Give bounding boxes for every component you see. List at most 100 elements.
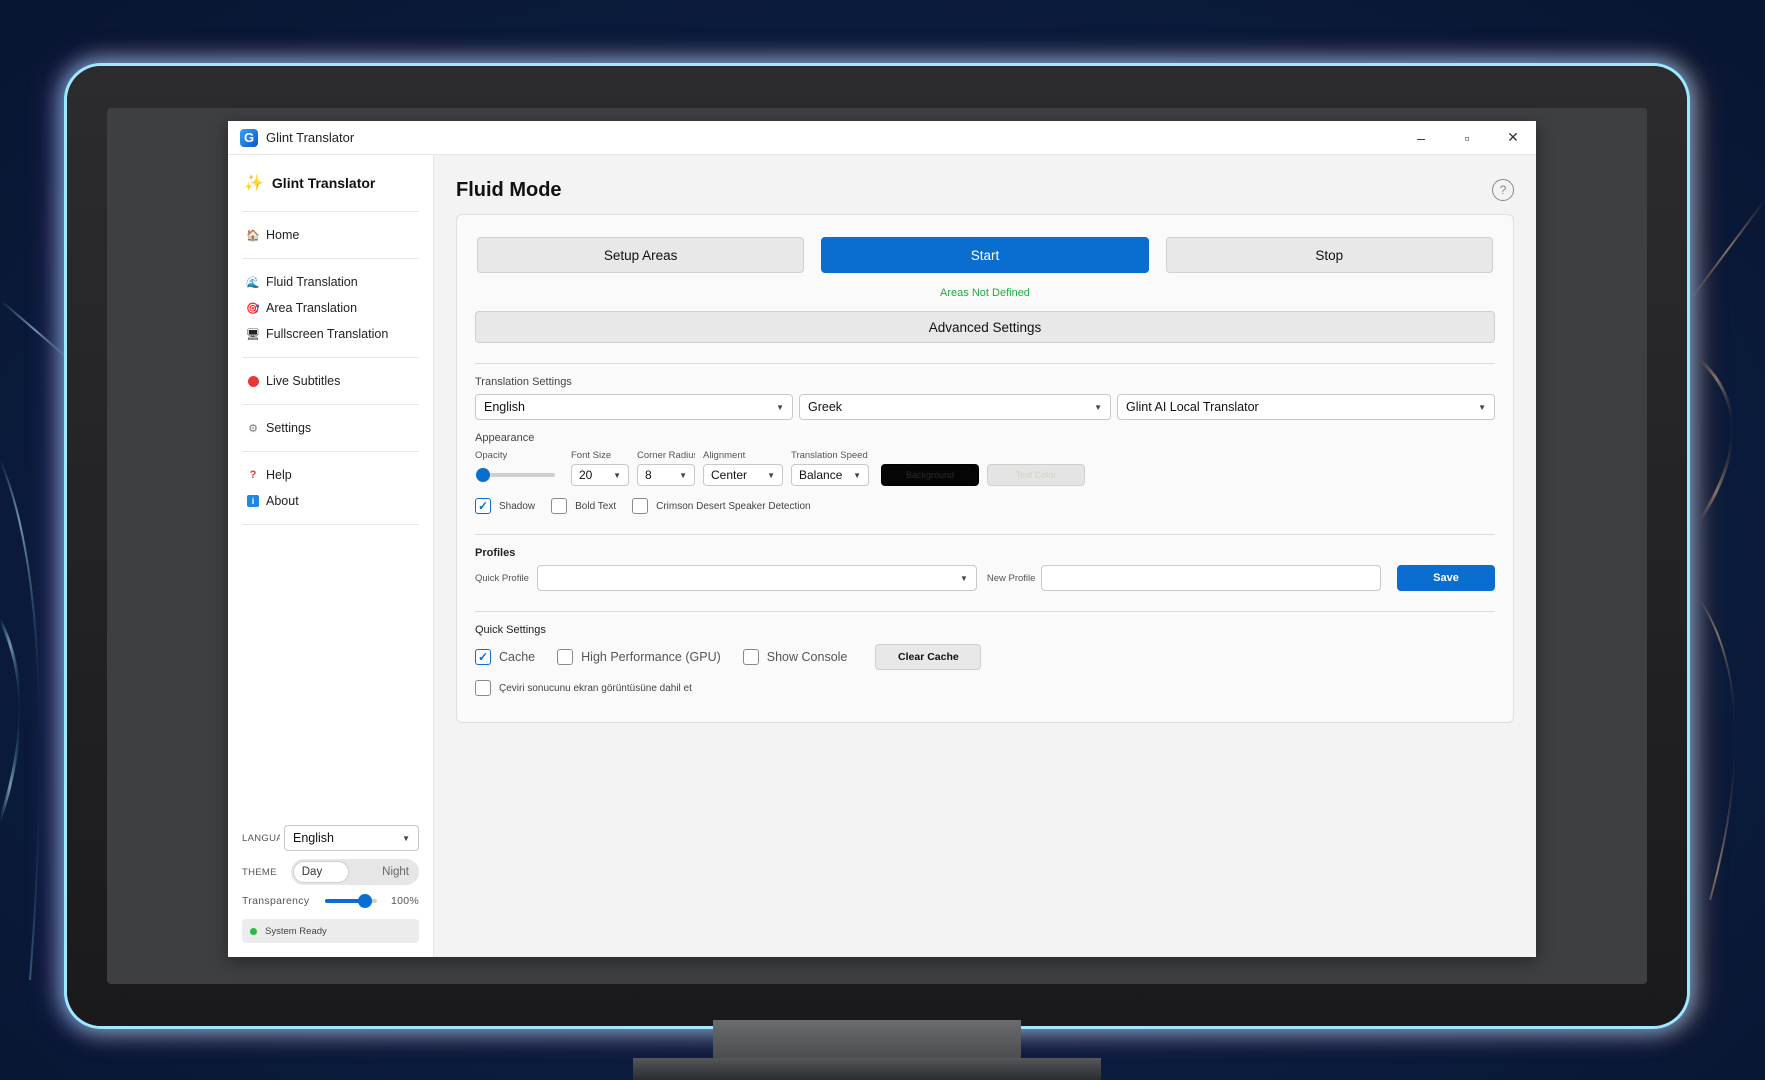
sidebar-item-label: Home bbox=[266, 228, 300, 242]
sidebar: ✨ Glint Translator 🏠 Home 🌊 Fluid Transl… bbox=[228, 155, 434, 957]
divider bbox=[475, 363, 1495, 364]
monitor-stand-base bbox=[633, 1058, 1101, 1080]
show-console-checkbox[interactable]: Show Console bbox=[742, 649, 848, 665]
advanced-settings-button[interactable]: Advanced Settings bbox=[475, 311, 1495, 343]
brand-name: Glint Translator bbox=[271, 175, 376, 191]
sidebar-item-help[interactable]: ? Help bbox=[242, 462, 419, 488]
sidebar-item-label: About bbox=[266, 494, 299, 508]
sidebar-item-label: Live Subtitles bbox=[266, 374, 341, 388]
chevron-down-icon: ▼ bbox=[853, 470, 861, 480]
clear-cache-button[interactable]: Clear Cache bbox=[875, 644, 982, 670]
corner-radius-select[interactable]: 8 ▼ bbox=[637, 464, 695, 486]
save-profile-button[interactable]: Save bbox=[1397, 565, 1495, 591]
target-language-select[interactable]: Greek ▼ bbox=[799, 394, 1111, 420]
checkbox-icon bbox=[551, 498, 568, 514]
new-profile-input[interactable] bbox=[1041, 565, 1381, 591]
shadow-checkbox[interactable]: Shadow bbox=[475, 498, 535, 514]
gpu-label: High Performance (GPU) bbox=[581, 650, 721, 664]
chevron-down-icon: ▼ bbox=[767, 470, 775, 480]
translator-engine-value: Glint AI Local Translator bbox=[1126, 400, 1259, 414]
quick-settings-label: Quick Settings bbox=[475, 624, 546, 636]
translation-speed-label: Translation Speed bbox=[791, 450, 868, 461]
appearance-label: Appearance bbox=[475, 432, 535, 444]
chevron-down-icon: ▼ bbox=[1094, 402, 1102, 412]
cache-checkbox[interactable]: Cache bbox=[475, 649, 535, 665]
source-language-value: English bbox=[484, 400, 525, 414]
chevron-down-icon: ▼ bbox=[776, 402, 784, 412]
alignment-select[interactable]: Center ▼ bbox=[703, 464, 783, 486]
sidebar-item-fluid-translation[interactable]: 🌊 Fluid Translation bbox=[242, 269, 419, 295]
shadow-label: Shadow bbox=[499, 500, 536, 512]
nav-group-translation: 🌊 Fluid Translation 🎯 Area Translation 🖥… bbox=[242, 259, 419, 358]
translator-engine-select[interactable]: Glint AI Local Translator ▼ bbox=[1117, 394, 1495, 420]
nav-group-help: ? Help i About bbox=[242, 452, 419, 525]
text-color-button[interactable]: Text Color bbox=[987, 464, 1085, 486]
start-button[interactable]: Start bbox=[821, 237, 1149, 273]
sidebar-item-about[interactable]: i About bbox=[242, 488, 419, 514]
red-dot-icon bbox=[246, 374, 260, 388]
sidebar-item-label: Area Translation bbox=[266, 301, 358, 315]
sidebar-bottom-panel: LANGUA English ▼ THEME Day Night Transpa… bbox=[242, 825, 419, 943]
close-button[interactable]: ✕ bbox=[1490, 121, 1536, 154]
theme-night-option[interactable]: Night bbox=[382, 866, 409, 878]
minimize-button[interactable]: – bbox=[1398, 121, 1444, 154]
chevron-down-icon: ▼ bbox=[402, 833, 410, 843]
target-icon: 🎯 bbox=[246, 302, 260, 315]
page-title: Fluid Mode bbox=[456, 179, 562, 201]
translation-speed-select[interactable]: Balance ▼ bbox=[791, 464, 869, 486]
title-bar: G Glint Translator – ▫ ✕ bbox=[228, 121, 1536, 155]
background-color-button[interactable]: Background bbox=[881, 464, 979, 486]
alignment-value: Center bbox=[711, 468, 748, 482]
sidebar-item-label: Settings bbox=[266, 421, 312, 435]
transparency-label: Transparency bbox=[242, 895, 310, 907]
wave-icon: 🌊 bbox=[246, 276, 260, 289]
font-size-select[interactable]: 20 ▼ bbox=[571, 464, 629, 486]
theme-day-option[interactable]: Day bbox=[292, 861, 349, 883]
sidebar-item-area-translation[interactable]: 🎯 Area Translation bbox=[242, 295, 419, 321]
transparency-slider[interactable] bbox=[325, 894, 377, 908]
translation-settings-label: Translation Settings bbox=[475, 376, 572, 388]
sidebar-item-home[interactable]: 🏠 Home bbox=[242, 222, 419, 248]
sidebar-brand: ✨ Glint Translator bbox=[242, 169, 419, 212]
speaker-detection-checkbox[interactable]: Crimson Desert Speaker Detection bbox=[632, 498, 811, 514]
translation-speed-value: Balance bbox=[799, 468, 843, 482]
maximize-button[interactable]: ▫ bbox=[1444, 121, 1490, 154]
language-label: LANGUA bbox=[242, 832, 280, 844]
main-content: Fluid Mode ? Setup Areas Start Stop Area… bbox=[434, 155, 1536, 957]
stop-button[interactable]: Stop bbox=[1165, 237, 1493, 273]
sidebar-item-live-subtitles[interactable]: Live Subtitles bbox=[242, 368, 419, 394]
alignment-label: Alignment bbox=[703, 450, 746, 461]
profiles-label: Profiles bbox=[475, 547, 516, 559]
chevron-down-icon: ▼ bbox=[1478, 402, 1486, 412]
chevron-down-icon: ▼ bbox=[679, 470, 687, 480]
include-in-screenshot-checkbox[interactable]: Çeviri sonucunu ekran görüntüsüne dahil … bbox=[475, 680, 692, 696]
gear-icon: ⚙ bbox=[248, 422, 258, 435]
quick-profile-select[interactable]: ▼ bbox=[536, 565, 977, 591]
transparency-value: 100% bbox=[390, 895, 419, 907]
checkbox-checked-icon bbox=[475, 498, 491, 514]
opacity-slider[interactable] bbox=[476, 468, 555, 482]
theme-toggle[interactable]: Day Night bbox=[290, 859, 419, 885]
system-status: System Ready bbox=[242, 919, 419, 943]
show-console-label: Show Console bbox=[766, 650, 848, 664]
language-select[interactable]: English ▼ bbox=[284, 825, 419, 851]
slider-thumb[interactable] bbox=[476, 468, 490, 482]
help-circle-icon[interactable]: ? bbox=[1492, 179, 1514, 201]
checkbox-icon bbox=[632, 498, 649, 514]
setup-areas-button[interactable]: Setup Areas bbox=[477, 237, 805, 273]
slider-thumb[interactable] bbox=[357, 894, 372, 908]
speaker-detection-label: Crimson Desert Speaker Detection bbox=[656, 500, 811, 512]
info-icon: i bbox=[246, 494, 260, 508]
sidebar-item-settings[interactable]: ⚙ Settings bbox=[242, 415, 419, 441]
source-language-select[interactable]: English ▼ bbox=[475, 394, 793, 420]
bold-text-checkbox[interactable]: Bold Text bbox=[551, 498, 616, 514]
corner-radius-label: Corner Radius bbox=[637, 450, 695, 461]
font-size-value: 20 bbox=[579, 468, 593, 482]
status-text: System Ready bbox=[265, 925, 327, 937]
divider bbox=[475, 534, 1495, 535]
gpu-checkbox[interactable]: High Performance (GPU) bbox=[557, 649, 721, 665]
sidebar-item-fullscreen-translation[interactable]: 🖥 Fullscreen Translation bbox=[242, 321, 419, 347]
theme-label: THEME bbox=[242, 866, 277, 878]
cache-label: Cache bbox=[499, 650, 536, 664]
corner-radius-value: 8 bbox=[645, 468, 652, 482]
